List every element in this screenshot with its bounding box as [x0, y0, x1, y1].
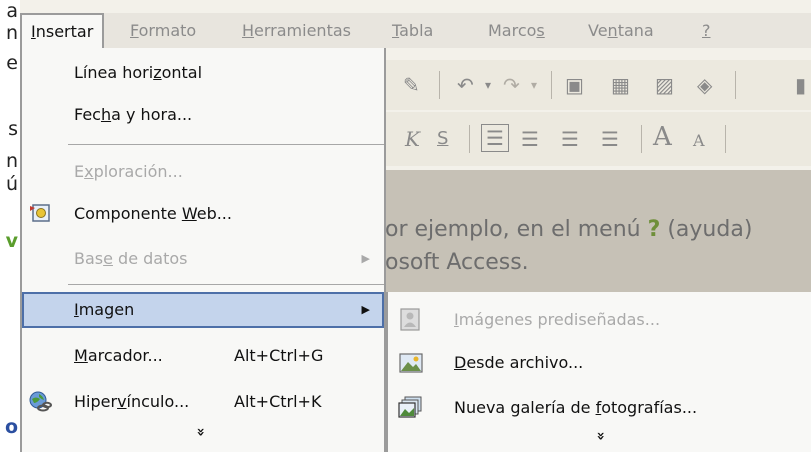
photo-album-icon	[398, 396, 422, 418]
menu-item-componente-web[interactable]: Componente Web...	[22, 196, 384, 232]
expand-menu-chevron-icon[interactable]: »	[193, 427, 209, 436]
strip-char: e	[6, 52, 18, 74]
document-line-1: or ejemplo, en el menú ? (ayuda)	[385, 217, 753, 242]
submenu-arrow-icon: ▶	[361, 252, 370, 265]
align-center-icon[interactable]: ☰	[521, 124, 539, 154]
menu-ventana[interactable]: Ventana	[588, 13, 654, 48]
overflow-icon[interactable]: ▮	[795, 70, 806, 100]
format-painter-icon[interactable]: ✎	[403, 70, 420, 100]
shortcut-label: Alt+Ctrl+K	[234, 392, 322, 411]
menu-item-base-de-datos[interactable]: Base de datos ▶	[22, 241, 384, 277]
menu-item-marcador[interactable]: Marcador... Alt+Ctrl+G	[22, 338, 384, 374]
document-line-2: osoft Access.	[385, 250, 529, 275]
picture-file-icon	[399, 353, 423, 373]
toolbar-separator	[469, 125, 470, 153]
clipart-icon	[400, 308, 420, 331]
shrink-font-icon[interactable]: A	[693, 126, 705, 156]
menu-formato[interactable]: Formato	[130, 13, 196, 48]
strip-char: a	[6, 0, 18, 22]
italic-icon[interactable]: K	[405, 124, 420, 154]
align-right-icon[interactable]: ☰	[561, 124, 579, 154]
picture-icon[interactable]: ▨	[655, 70, 674, 100]
submenu-item-nueva-galeria[interactable]: Nueva galería de fotografías...	[388, 388, 811, 428]
menu-herramientas[interactable]: Herramientas	[242, 13, 351, 48]
toolbar-separator	[551, 71, 552, 99]
hyperlink-icon[interactable]: ◈	[697, 70, 712, 100]
strip-char: s	[8, 118, 18, 140]
imagen-submenu: Imágenes prediseñadas... Desde archivo..…	[386, 292, 811, 452]
menu-separator	[68, 284, 384, 285]
underline-icon[interactable]: S	[437, 124, 448, 154]
strip-char: o	[4, 416, 18, 438]
document-area: or ejemplo, en el menú ? (ayuda) osoft A…	[385, 170, 811, 292]
toolbar-separator	[725, 125, 726, 153]
menu-item-linea-horizontal[interactable]: Línea horizontal	[22, 55, 384, 91]
menu-marcos[interactable]: Marcos	[488, 13, 545, 48]
toolbar-separator	[439, 71, 440, 99]
insertar-dropdown-menu: Línea horizontal Fecha y hora... Explora…	[20, 48, 386, 452]
toolbar-separator	[641, 125, 642, 153]
strip-char: n	[5, 22, 18, 44]
menu-insertar[interactable]: Insertar	[20, 13, 105, 50]
menu-separator	[68, 144, 384, 145]
left-document-strip: a n e s n ú v o	[0, 0, 20, 452]
menu-item-imagen[interactable]: Imagen ▶	[22, 292, 384, 328]
standard-toolbar: ✎ ↶ ▾ ↷ ▾ ▣ ▦ ▨ ◈ ▮	[385, 60, 811, 110]
align-left-icon[interactable]: ☰	[481, 124, 509, 152]
submenu-arrow-icon: ▶	[361, 303, 370, 316]
formatting-toolbar: K S ☰ ☰ ☰ ☰ A A	[385, 112, 811, 166]
strip-char: n	[5, 150, 18, 172]
menu-item-fecha-hora[interactable]: Fecha y hora...	[22, 97, 384, 133]
redo-icon[interactable]: ↷	[503, 70, 520, 100]
strip-char: v	[5, 230, 18, 252]
web-component-icon	[30, 204, 50, 222]
menu-help[interactable]: ?	[702, 13, 711, 48]
shortcut-label: Alt+Ctrl+G	[234, 346, 324, 365]
strip-char: ú	[5, 173, 18, 195]
submenu-item-imagenes-prediseñadas[interactable]: Imágenes prediseñadas...	[388, 300, 811, 340]
menubar: Insertar Formato Herramientas Tabla Marc…	[20, 13, 811, 50]
chevron-down-icon[interactable]: ▾	[531, 70, 537, 100]
submenu-item-desde-archivo[interactable]: Desde archivo...	[388, 343, 811, 383]
expand-submenu-chevron-icon[interactable]: »	[593, 431, 609, 440]
web-component-icon[interactable]: ▣	[565, 70, 584, 100]
menu-item-hipervinculo[interactable]: Hipervínculo... Alt+Ctrl+K	[22, 384, 384, 420]
justify-icon[interactable]: ☰	[601, 124, 619, 154]
menu-item-exploracion[interactable]: Exploración...	[22, 154, 384, 190]
grow-font-icon[interactable]: A	[653, 122, 672, 152]
hyperlink-icon	[29, 391, 52, 412]
menu-tabla[interactable]: Tabla	[392, 13, 433, 48]
table-icon[interactable]: ▦	[611, 70, 630, 100]
toolbar-separator	[735, 71, 736, 99]
chevron-down-icon[interactable]: ▾	[485, 70, 491, 100]
undo-icon[interactable]: ↶	[457, 70, 474, 100]
